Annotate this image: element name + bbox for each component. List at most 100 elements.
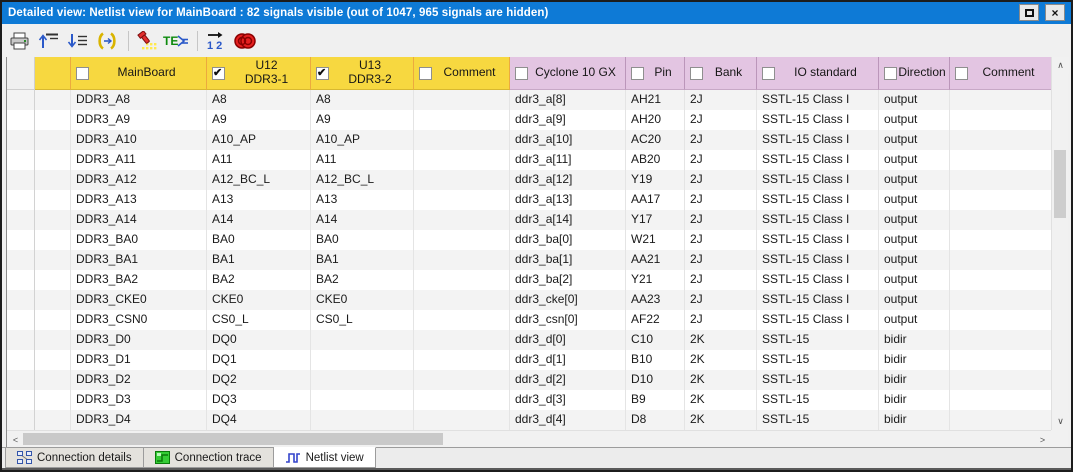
cell-fpga-signal[interactable]: ddr3_d[2] (510, 370, 626, 390)
row-header-cell[interactable] (7, 330, 35, 350)
cell-pin[interactable]: C10 (626, 330, 685, 350)
cell-comment-left[interactable] (414, 230, 510, 250)
expander-cell[interactable] (35, 230, 71, 250)
cell-direction[interactable]: bidir (879, 330, 950, 350)
cell-bank[interactable]: 2K (685, 390, 757, 410)
comment-right-checkbox[interactable] (955, 67, 968, 80)
cell-direction[interactable]: output (879, 250, 950, 270)
row-header-cell[interactable] (7, 350, 35, 370)
expander-cell[interactable] (35, 330, 71, 350)
cell-io-standard[interactable]: SSTL-15 Class I (757, 150, 879, 170)
row-header-cell[interactable] (7, 150, 35, 170)
table-row[interactable]: DDR3_D4 DQ4 ddr3_d[4] D8 2K SSTL-15 bidi… (7, 410, 1051, 430)
cell-comment-right[interactable] (950, 170, 1051, 190)
horizontal-scrollbar[interactable]: < > (7, 430, 1051, 447)
row-header-cell[interactable] (7, 210, 35, 230)
cell-pin[interactable]: B10 (626, 350, 685, 370)
fit-columns-button[interactable] (94, 28, 120, 54)
cell-comment-right[interactable] (950, 130, 1051, 150)
renumber-button[interactable]: 1 2 (203, 28, 229, 54)
cell-pin[interactable]: AC20 (626, 130, 685, 150)
disconnect-button[interactable] (232, 28, 258, 54)
cell-io-standard[interactable]: SSTL-15 Class I (757, 230, 879, 250)
expander-cell[interactable] (35, 210, 71, 230)
scroll-left-button[interactable]: < (7, 431, 24, 448)
cell-u13-pin-name[interactable] (311, 370, 414, 390)
cell-bank[interactable]: 2K (685, 410, 757, 430)
cell-mainboard-signal[interactable]: DDR3_BA0 (71, 230, 207, 250)
column-header-u13-ddr3-2[interactable]: U13 DDR3-2 (311, 57, 414, 90)
cell-comment-left[interactable] (414, 150, 510, 170)
cell-u12-pin-name[interactable]: A11 (207, 150, 311, 170)
cell-u13-pin-name[interactable]: CKE0 (311, 290, 414, 310)
cell-fpga-signal[interactable]: ddr3_a[11] (510, 150, 626, 170)
cell-comment-left[interactable] (414, 290, 510, 310)
table-row[interactable]: DDR3_A8 A8 A8 ddr3_a[8] AH21 2J SSTL-15 … (7, 90, 1051, 110)
cyclone-checkbox[interactable] (515, 67, 528, 80)
cell-fpga-signal[interactable]: ddr3_a[12] (510, 170, 626, 190)
cell-comment-left[interactable] (414, 390, 510, 410)
cell-fpga-signal[interactable]: ddr3_a[14] (510, 210, 626, 230)
cell-u12-pin-name[interactable]: DQ0 (207, 330, 311, 350)
cell-direction[interactable]: output (879, 170, 950, 190)
cell-direction[interactable]: output (879, 230, 950, 250)
move-up-button[interactable] (36, 28, 62, 54)
expander-cell[interactable] (35, 250, 71, 270)
cell-pin[interactable]: Y17 (626, 210, 685, 230)
cell-io-standard[interactable]: SSTL-15 Class I (757, 110, 879, 130)
cell-mainboard-signal[interactable]: DDR3_BA2 (71, 270, 207, 290)
cell-bank[interactable]: 2K (685, 370, 757, 390)
cell-direction[interactable]: output (879, 270, 950, 290)
cell-bank[interactable]: 2J (685, 90, 757, 110)
cell-bank[interactable]: 2J (685, 170, 757, 190)
cell-u13-pin-name[interactable] (311, 410, 414, 430)
cell-direction[interactable]: output (879, 110, 950, 130)
expander-cell[interactable] (35, 90, 71, 110)
te-assign-button[interactable]: TE (163, 28, 189, 54)
cell-bank[interactable]: 2J (685, 130, 757, 150)
cell-fpga-signal[interactable]: ddr3_d[4] (510, 410, 626, 430)
cell-mainboard-signal[interactable]: DDR3_CSN0 (71, 310, 207, 330)
cell-u12-pin-name[interactable]: A14 (207, 210, 311, 230)
cell-mainboard-signal[interactable]: DDR3_A12 (71, 170, 207, 190)
row-header-cell[interactable] (7, 310, 35, 330)
cell-pin[interactable]: D10 (626, 370, 685, 390)
cell-comment-left[interactable] (414, 130, 510, 150)
cell-u12-pin-name[interactable]: DQ1 (207, 350, 311, 370)
table-row[interactable]: DDR3_BA1 BA1 BA1 ddr3_ba[1] AA21 2J SSTL… (7, 250, 1051, 270)
cell-comment-right[interactable] (950, 290, 1051, 310)
bank-checkbox[interactable] (690, 67, 703, 80)
expander-cell[interactable] (35, 150, 71, 170)
cell-direction[interactable]: bidir (879, 390, 950, 410)
cell-io-standard[interactable]: SSTL-15 (757, 370, 879, 390)
row-header-cell[interactable] (7, 390, 35, 410)
cell-comment-right[interactable] (950, 250, 1051, 270)
cell-io-standard[interactable]: SSTL-15 Class I (757, 310, 879, 330)
cell-fpga-signal[interactable]: ddr3_a[13] (510, 190, 626, 210)
cell-u13-pin-name[interactable] (311, 330, 414, 350)
cell-u13-pin-name[interactable]: A14 (311, 210, 414, 230)
row-header-cell[interactable] (7, 110, 35, 130)
cell-comment-right[interactable] (950, 350, 1051, 370)
expander-cell[interactable] (35, 270, 71, 290)
cell-fpga-signal[interactable]: ddr3_ba[2] (510, 270, 626, 290)
cell-direction[interactable]: output (879, 190, 950, 210)
expander-cell[interactable] (35, 310, 71, 330)
cell-u12-pin-name[interactable]: DQ2 (207, 370, 311, 390)
cell-io-standard[interactable]: SSTL-15 Class I (757, 90, 879, 110)
cell-comment-right[interactable] (950, 330, 1051, 350)
horizontal-scrollbar-thumb[interactable] (23, 433, 443, 445)
cell-fpga-signal[interactable]: ddr3_ba[1] (510, 250, 626, 270)
cell-u12-pin-name[interactable]: DQ4 (207, 410, 311, 430)
scroll-right-button[interactable]: > (1034, 431, 1051, 448)
cell-mainboard-signal[interactable]: DDR3_A14 (71, 210, 207, 230)
column-header-cyclone-10-gx[interactable]: Cyclone 10 GX (510, 57, 626, 90)
cell-fpga-signal[interactable]: ddr3_cke[0] (510, 290, 626, 310)
cell-mainboard-signal[interactable]: DDR3_BA1 (71, 250, 207, 270)
row-header-cell[interactable] (7, 190, 35, 210)
cell-direction[interactable]: bidir (879, 350, 950, 370)
expander-cell[interactable] (35, 290, 71, 310)
cell-comment-left[interactable] (414, 250, 510, 270)
cell-comment-left[interactable] (414, 310, 510, 330)
cell-pin[interactable]: AA17 (626, 190, 685, 210)
